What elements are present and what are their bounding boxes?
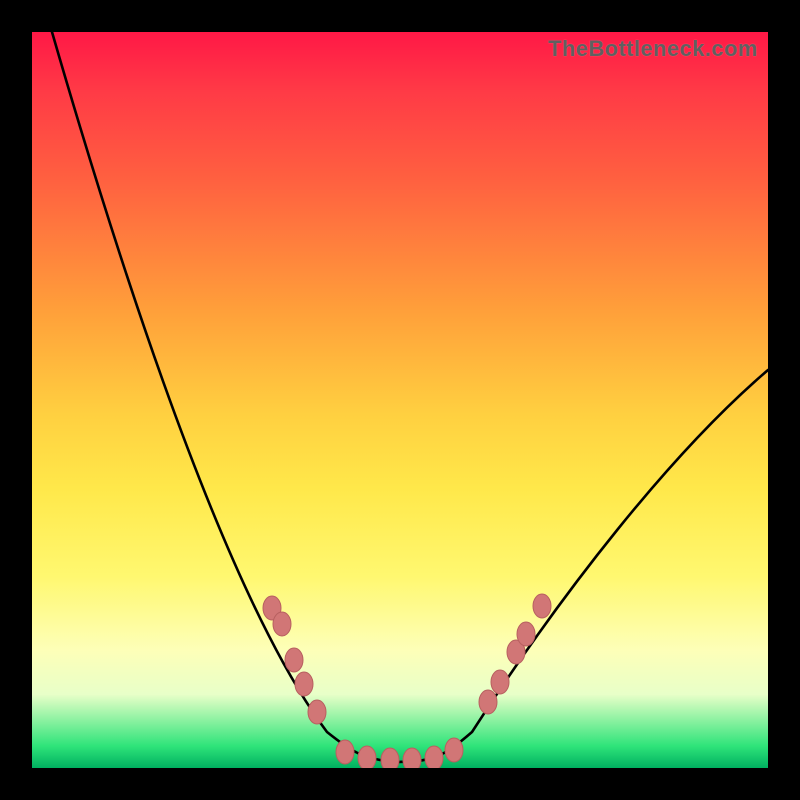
data-marker bbox=[336, 740, 354, 764]
data-marker bbox=[445, 738, 463, 762]
chart-frame: TheBottleneck.com bbox=[0, 0, 800, 800]
chart-svg bbox=[32, 32, 768, 768]
data-marker bbox=[285, 648, 303, 672]
data-marker bbox=[403, 748, 421, 768]
bottleneck-curve bbox=[52, 32, 768, 762]
data-marker bbox=[273, 612, 291, 636]
data-marker bbox=[425, 746, 443, 768]
data-marker bbox=[381, 748, 399, 768]
data-marker bbox=[517, 622, 535, 646]
data-marker bbox=[479, 690, 497, 714]
data-marker bbox=[308, 700, 326, 724]
data-marker bbox=[295, 672, 313, 696]
chart-plot-area: TheBottleneck.com bbox=[32, 32, 768, 768]
data-marker bbox=[533, 594, 551, 618]
marker-group bbox=[263, 594, 551, 768]
data-marker bbox=[358, 746, 376, 768]
data-marker bbox=[491, 670, 509, 694]
